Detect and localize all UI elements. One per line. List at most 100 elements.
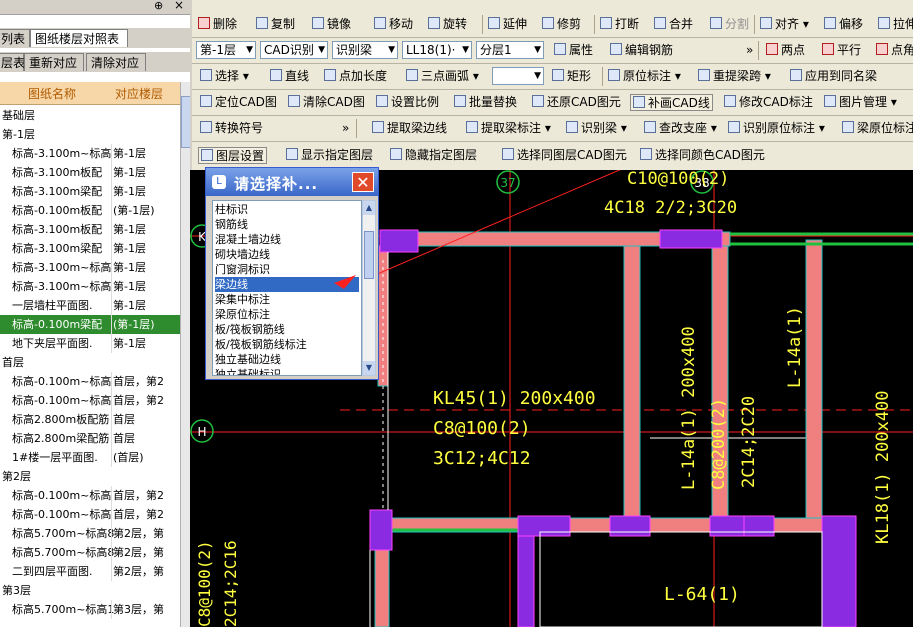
mirror-button[interactable]: 镜像: [312, 16, 351, 33]
table-row[interactable]: 标高5.700m~标高8 第2层，第: [0, 524, 180, 543]
list-item[interactable]: 独立基础边线: [215, 352, 359, 367]
tree-group-header[interactable]: 第3层: [0, 581, 180, 600]
hide-layer-button[interactable]: 隐藏指定图层: [390, 147, 477, 164]
tree-group-header[interactable]: 第-1层: [0, 125, 180, 144]
list-item[interactable]: 混凝土墙边线: [215, 232, 359, 247]
table-row[interactable]: 标高-3.100m~标高 第-1层: [0, 144, 180, 163]
merge-button[interactable]: 合并: [654, 16, 693, 33]
table-row[interactable]: 标高5.700m~标高1 第3层，第: [0, 600, 180, 619]
extract-beam-edge-button[interactable]: 提取梁边线: [372, 120, 447, 137]
layer-select[interactable]: 分层1 ▼: [476, 41, 544, 59]
tree-group-header[interactable]: 首层: [0, 353, 180, 372]
list-item[interactable]: 板/筏板钢筋线: [215, 322, 359, 337]
modify-cad-label-button[interactable]: 修改CAD标注: [724, 94, 813, 111]
scroll-up-icon[interactable]: ▲: [363, 201, 375, 215]
offset-button[interactable]: 偏移: [824, 16, 863, 33]
table-row[interactable]: 标高-3.100m~标高 第-1层: [0, 277, 180, 296]
align-button[interactable]: 对齐 ▾: [760, 16, 809, 33]
batch-replace-button[interactable]: 批量替换: [454, 94, 517, 111]
table-row[interactable]: 标高-0.100m~标高 首层，第2: [0, 391, 180, 410]
point-length-button[interactable]: 点加长度: [324, 68, 387, 85]
three-point-arc-button[interactable]: 三点画弧 ▾: [406, 68, 479, 85]
dialog-title-bar[interactable]: L 请选择补... ✕: [206, 168, 378, 196]
left-scrollbar-thumb[interactable]: [181, 96, 190, 148]
left-scrollbar[interactable]: [180, 82, 190, 627]
reassign-button[interactable]: 重新对应: [24, 53, 84, 71]
clear-cad-button[interactable]: 清除CAD图: [288, 94, 365, 111]
layer-settings-button[interactable]: 图层设置: [198, 147, 268, 164]
extract-beam-label-button[interactable]: 提取梁标注 ▾: [466, 120, 551, 137]
table-row[interactable]: 标高-3.100m板配 第-1层: [0, 220, 180, 239]
break-button[interactable]: 打断: [600, 16, 639, 33]
set-scale-button[interactable]: 设置比例: [376, 94, 439, 111]
list-item[interactable]: 柱标识: [215, 202, 359, 217]
more-icon[interactable]: »: [342, 120, 349, 137]
extend-button[interactable]: 延伸: [488, 16, 527, 33]
properties-button[interactable]: 属性: [554, 42, 593, 59]
table-row[interactable]: 二到四层平面图. 第2层，第: [0, 562, 180, 581]
tab-floor-table[interactable]: 图纸楼层对照表: [30, 29, 128, 47]
select-same-layer-button[interactable]: 选择同图层CAD图元: [502, 147, 627, 164]
table-row[interactable]: 标高-3.100m板配 第-1层: [0, 163, 180, 182]
recognize-beam-button[interactable]: 识别梁 ▾: [566, 120, 627, 137]
stretch-button[interactable]: 拉伸: [878, 16, 913, 33]
locate-cad-button[interactable]: 定位CAD图: [200, 94, 277, 111]
table-row[interactable]: 标高-0.100m板配 (第-1层): [0, 201, 180, 220]
table-row[interactable]: 标高-0.100m~标高 首层，第2: [0, 486, 180, 505]
table-row[interactable]: 标高-3.100m梁配 第-1层: [0, 239, 180, 258]
tree-group-header[interactable]: 基础层: [0, 106, 180, 125]
recognize-in-situ-button[interactable]: 识别原位标注 ▾: [728, 120, 825, 137]
scroll-down-icon[interactable]: ▼: [363, 361, 375, 375]
table-row[interactable]: 一层墙柱平面图. 第-1层: [0, 296, 180, 315]
dialog-scrollbar[interactable]: ▲ ▼: [362, 200, 376, 376]
dialog-scrollbar-thumb[interactable]: [364, 231, 374, 279]
rectangle-button[interactable]: 矩形: [552, 68, 591, 85]
more-icon[interactable]: »: [746, 42, 753, 59]
two-point-button[interactable]: 两点: [766, 42, 805, 59]
column-header-name[interactable]: 图纸名称: [28, 85, 76, 102]
in-situ-label-button[interactable]: 原位标注 ▾: [608, 68, 681, 85]
close-icon[interactable]: ×: [174, 0, 184, 12]
parallel-button[interactable]: 平行: [822, 42, 861, 59]
trim-button[interactable]: 修剪: [542, 16, 581, 33]
table-row[interactable]: 标高-0.100m梁配 (第-1层): [0, 315, 180, 334]
table-row[interactable]: 标高-0.100m~标高 首层，第2: [0, 372, 180, 391]
check-support-button[interactable]: 查改支座 ▾: [644, 120, 717, 137]
floor-select[interactable]: 第-1层 ▼: [196, 41, 256, 59]
table-row[interactable]: 标高2.800m梁配筋 首层: [0, 429, 180, 448]
table-row[interactable]: 标高2.800m板配筋 首层: [0, 410, 180, 429]
re-extract-span-button[interactable]: 重提梁跨 ▾: [698, 68, 771, 85]
point-angle-button[interactable]: 点角: [876, 42, 913, 59]
show-layer-button[interactable]: 显示指定图层: [286, 147, 373, 164]
restore-cad-button[interactable]: 还原CAD图元: [532, 94, 621, 111]
draw-mode-select[interactable]: ▼: [492, 67, 544, 85]
line-button[interactable]: 直线: [270, 68, 309, 85]
move-button[interactable]: 移动: [374, 16, 413, 33]
close-button[interactable]: ✕: [352, 172, 374, 192]
beam-in-situ-label-button[interactable]: 梁原位标注: [842, 120, 913, 137]
column-header-floor[interactable]: 对应楼层: [115, 85, 163, 102]
convert-symbol-button[interactable]: 转换符号: [200, 120, 263, 137]
table-row[interactable]: 标高5.700m~标高8 第2层，第: [0, 543, 180, 562]
mode-select[interactable]: CAD识别 ▼: [260, 41, 328, 59]
table-row[interactable]: 标高-3.100m~标高 第-1层: [0, 258, 180, 277]
table-row[interactable]: 标高-3.100m梁配 第-1层: [0, 182, 180, 201]
clear-assign-button[interactable]: 清除对应: [86, 53, 146, 71]
apply-same-name-beam-button[interactable]: 应用到同名梁: [790, 68, 877, 85]
table-row[interactable]: 标高-0.100m~标高 首层，第2: [0, 505, 180, 524]
tab-list[interactable]: 列表: [0, 29, 30, 47]
list-item[interactable]: 砌块墙边线: [215, 247, 359, 262]
tree-group-header[interactable]: 第2层: [0, 467, 180, 486]
supplement-cad-line-button[interactable]: 补画CAD线: [630, 94, 713, 111]
pin-icon[interactable]: ⊕: [154, 0, 163, 12]
list-item[interactable]: 独立基础标识: [215, 367, 359, 375]
table-row[interactable]: 地下夹层平面图. 第-1层: [0, 334, 180, 353]
select-button[interactable]: 选择 ▾: [200, 68, 249, 85]
table-row[interactable]: 1#楼一层平面图. (首层): [0, 448, 180, 467]
list-item[interactable]: 钢筋线: [215, 217, 359, 232]
rotate-button[interactable]: 旋转: [428, 16, 467, 33]
tab-layer-table[interactable]: 层表: [0, 53, 25, 71]
edit-rebar-button[interactable]: 编辑钢筋: [610, 42, 673, 59]
split-button[interactable]: 分割: [710, 16, 749, 33]
list-item[interactable]: 板/筏板钢筋线标注: [215, 337, 359, 352]
